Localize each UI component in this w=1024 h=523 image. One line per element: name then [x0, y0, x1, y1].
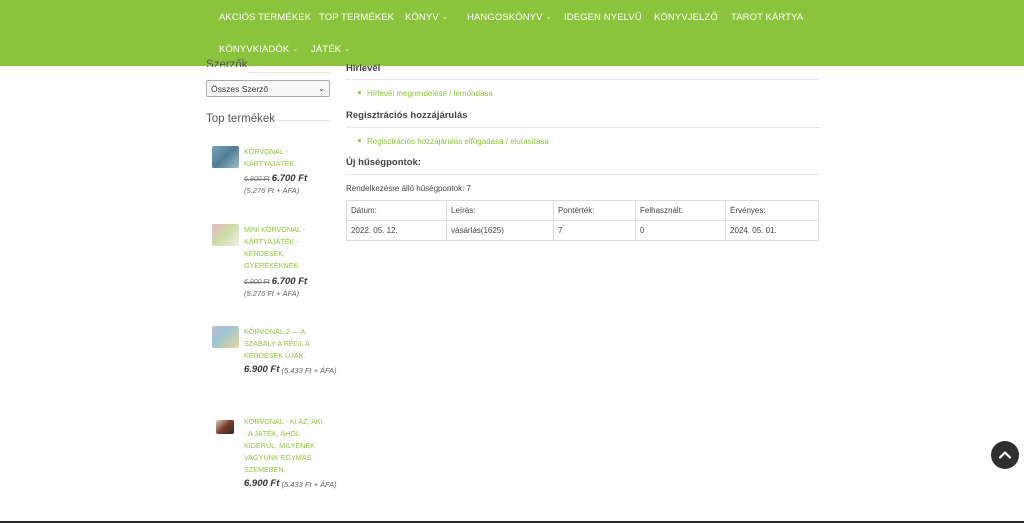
- nav-item-konyv[interactable]: KÖNYV ⌄: [405, 12, 448, 23]
- product-name-link[interactable]: KÖRVONAL - KI AZ, AKI - A JÁTÉK, AHOL KI…: [244, 416, 326, 476]
- main-navigation: AKCIÓS TERMÉKEK TOP TERMÉKEK KÖNYV ⌄ HANG…: [0, 0, 1024, 66]
- chevron-up-icon: [998, 451, 1012, 459]
- price-vat-note: (5.433 Ft + ÁFA): [281, 480, 337, 489]
- consent-link[interactable]: Regisztrációs hozzájárulás elfogadása / …: [358, 137, 549, 146]
- chevron-down-icon: ⌄: [545, 14, 552, 21]
- column-header-date: Dátum:: [346, 200, 447, 221]
- loyalty-rule: [346, 174, 820, 175]
- price: 6.900 Ft: [244, 364, 280, 375]
- product-thumbnail[interactable]: [216, 420, 234, 434]
- price-vat-note: (5.433 Ft + ÁFA): [281, 366, 337, 375]
- newsletter-subscribe-link[interactable]: Hírlevél megrendelése / lemondása: [358, 89, 493, 98]
- authors-widget-header: Szerzők: [206, 57, 330, 67]
- loyalty-title: Új hűségpontok:: [346, 157, 421, 168]
- consent-rule: [346, 127, 820, 128]
- price-vat-note: (5.276 Ft + ÁFA): [244, 289, 300, 298]
- product-name-link[interactable]: KÖRVONAL - KÁRTYAJÁTÉK: [244, 146, 326, 170]
- nav-item-label: KÖNYVJELZŐ: [654, 12, 718, 23]
- sale-price: 6.700 Ft: [271, 276, 308, 287]
- old-price: 6.900 Ft: [244, 279, 270, 286]
- column-header-valid: Érvényes:: [725, 200, 819, 221]
- product-thumbnail[interactable]: [212, 146, 239, 168]
- consent-title: Regisztrációs hozzájárulás: [346, 110, 468, 121]
- price-vat-note: (5.276 Ft + ÁFA): [244, 186, 300, 195]
- chevron-down-icon: ⌄: [344, 46, 351, 53]
- available-points-text: Rendelkezésre álló hűségpontok: 7: [346, 184, 471, 193]
- authors-title: Szerzők: [206, 59, 248, 67]
- author-select-value: Összes Szerző: [211, 84, 269, 94]
- nav-item-konyvjelzo[interactable]: KÖNYVJELZŐ: [654, 12, 718, 23]
- cell-used: 0: [635, 220, 726, 241]
- product-price: 6.900 Ft 6.700 Ft: [244, 173, 307, 184]
- chevron-down-icon: ⌄: [318, 84, 325, 93]
- top-products-rule: [278, 120, 330, 121]
- newsletter-rule: [346, 79, 820, 80]
- nav-item-konyvkiadok[interactable]: KÖNYVKIADÓK ⌄: [219, 44, 298, 55]
- product-name-link[interactable]: MINI KÖRVONAL - KÁRTYAJÁTÉK - KÉRDÉSEK G…: [244, 224, 326, 272]
- product-price: 6.900 Ft 6.700 Ft: [244, 276, 307, 287]
- column-header-points: Pontérték:: [553, 200, 636, 221]
- product-thumbnail[interactable]: [212, 224, 239, 246]
- nav-item-label: TOP TERMÉKEK: [319, 12, 395, 23]
- column-header-description: Leírás:: [446, 200, 554, 221]
- nav-item-label: TAROT KÁRTYA: [731, 12, 804, 23]
- bullet-icon: [358, 139, 361, 142]
- link-text: Hírlevél megrendelése / lemondása: [367, 89, 493, 98]
- cell-date: 2022. 05. 12.: [346, 220, 447, 241]
- top-products-title: Top termékek: [206, 113, 276, 125]
- newsletter-title: Hírlevél: [346, 63, 381, 74]
- nav-item-label: JÁTÉK: [311, 44, 342, 55]
- nav-item-label: HANGOSKÖNYV: [467, 12, 543, 23]
- price: 6.900 Ft: [244, 478, 280, 489]
- product-name-link[interactable]: KÖRVONAL 2 — A SZABÁLY A RÉGI, A KÉRDÉSE…: [244, 326, 326, 362]
- nav-item-hangoskonyv[interactable]: HANGOSKÖNYV ⌄: [467, 12, 552, 23]
- nav-item-idegen-nyelvu[interactable]: IDEGEN NYELVŰ: [564, 12, 642, 23]
- authors-title-rule: [247, 72, 330, 73]
- nav-item-tarot-kartya[interactable]: TAROT KÁRTYA: [731, 12, 803, 23]
- table-row: 2022. 05. 12. vásárlás(1625) 7 0 2024. 0…: [346, 220, 819, 241]
- link-text: Regisztrációs hozzájárulás elfogadása / …: [367, 137, 549, 146]
- product-price: 6.900 Ft (5.433 Ft + ÁFA): [244, 478, 357, 491]
- scroll-to-top-button[interactable]: [991, 441, 1019, 469]
- product-thumbnail[interactable]: [212, 326, 239, 348]
- sale-price: 6.700 Ft: [271, 173, 308, 184]
- nav-item-label: KÖNYV: [405, 12, 439, 23]
- nav-item-jatek[interactable]: JÁTÉK ⌄: [311, 44, 350, 55]
- old-price: 6.900 Ft: [244, 176, 270, 183]
- newsletter-section-header: Hírlevél: [346, 59, 820, 79]
- author-select[interactable]: Összes Szerző ⌄: [206, 80, 330, 97]
- bullet-icon: [358, 91, 361, 94]
- cell-points: 7: [553, 220, 636, 241]
- chevron-down-icon: ⌄: [441, 14, 448, 21]
- table-header-row: Dátum: Leírás: Pontérték: Felhasznált: É…: [346, 200, 819, 221]
- nav-item-label: KÖNYVKIADÓK: [219, 44, 290, 55]
- chevron-down-icon: ⌄: [292, 46, 299, 53]
- loyalty-points-table: Dátum: Leírás: Pontérték: Felhasznált: É…: [346, 200, 819, 241]
- cell-valid: 2024. 05. 01.: [725, 220, 819, 241]
- column-header-used: Felhasznált:: [635, 200, 726, 221]
- cell-description: vásárlás(1625): [446, 220, 554, 241]
- product-price: 6.900 Ft (5.433 Ft + ÁFA): [244, 364, 357, 377]
- nav-item-label: AKCIÓS TERMÉKEK: [219, 12, 312, 23]
- nav-item-top-termekek[interactable]: TOP TERMÉKEK: [319, 12, 394, 23]
- nav-item-akcios-termekek[interactable]: AKCIÓS TERMÉKEK: [219, 12, 311, 23]
- nav-item-label: IDEGEN NYELVŰ: [564, 12, 642, 23]
